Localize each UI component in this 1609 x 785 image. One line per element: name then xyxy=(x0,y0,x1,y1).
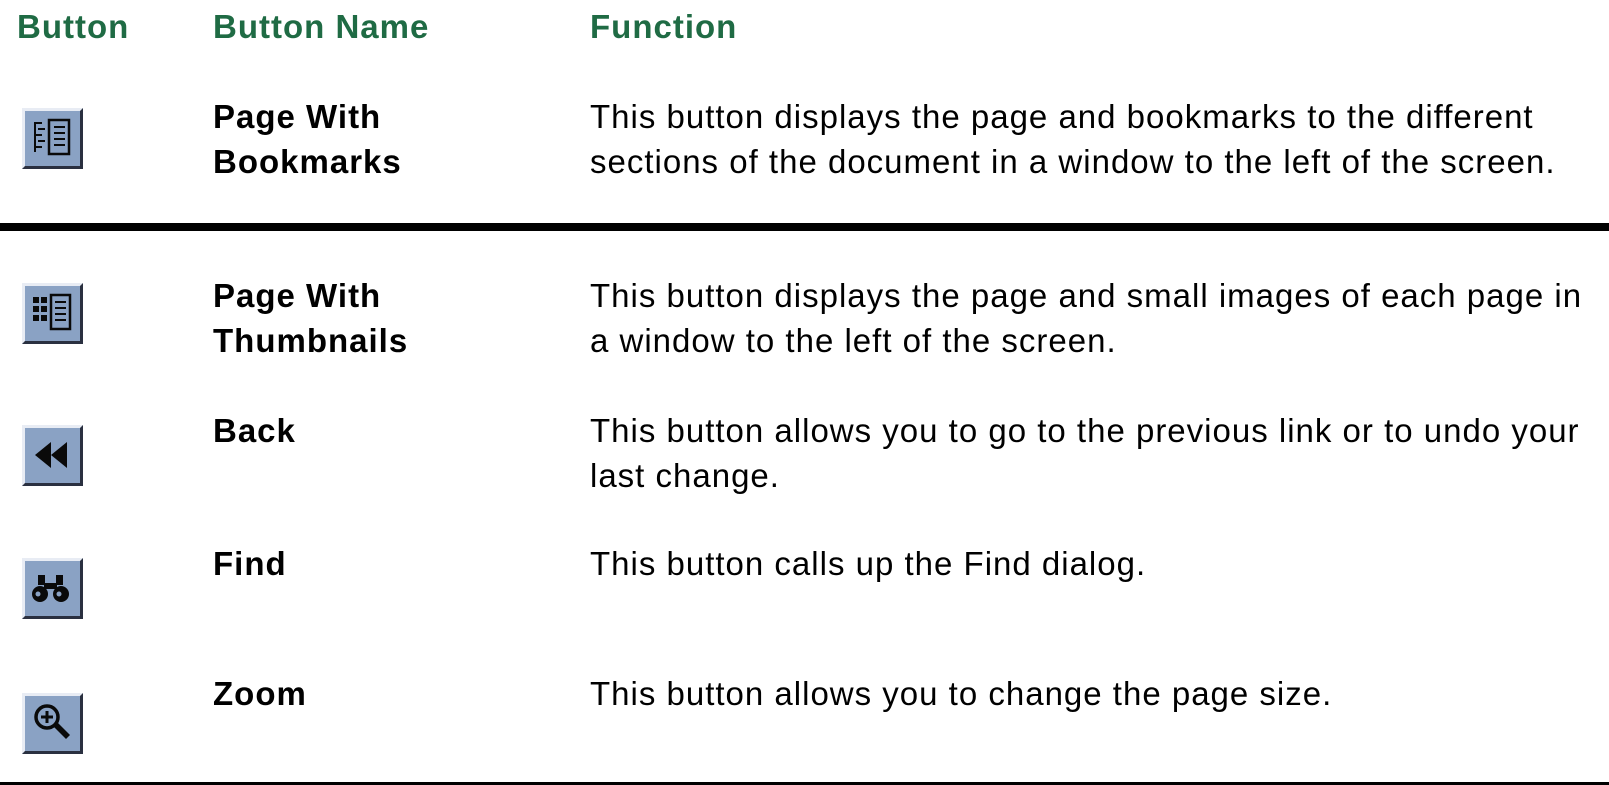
row-name-back: Back xyxy=(213,412,296,449)
find-binoculars-icon[interactable] xyxy=(22,558,83,619)
row-name-find: Find xyxy=(213,545,287,582)
header-button: Button xyxy=(17,8,130,45)
row-name-zoom: Zoom xyxy=(213,675,307,712)
section-divider xyxy=(0,223,1609,231)
row-name-page-with-thumbnails: Page With Thumbnails xyxy=(213,277,409,359)
row-function-back: This button allows you to go to the prev… xyxy=(590,412,1580,494)
header-function: Function xyxy=(590,8,738,45)
page-with-thumbnails-icon[interactable] xyxy=(22,283,83,344)
row-function-page-with-bookmarks: This button displays the page and bookma… xyxy=(590,98,1556,180)
header-button-name: Button Name xyxy=(213,8,430,45)
row-function-zoom: This button allows you to change the pag… xyxy=(590,675,1333,712)
page-with-bookmarks-icon[interactable] xyxy=(22,108,83,169)
zoom-magnifier-icon[interactable] xyxy=(22,693,83,754)
row-function-find: This button calls up the Find dialog. xyxy=(590,545,1147,582)
back-icon[interactable] xyxy=(22,425,83,486)
row-name-page-with-bookmarks: Page With Bookmarks xyxy=(213,98,402,180)
row-function-page-with-thumbnails: This button displays the page and small … xyxy=(590,277,1583,359)
